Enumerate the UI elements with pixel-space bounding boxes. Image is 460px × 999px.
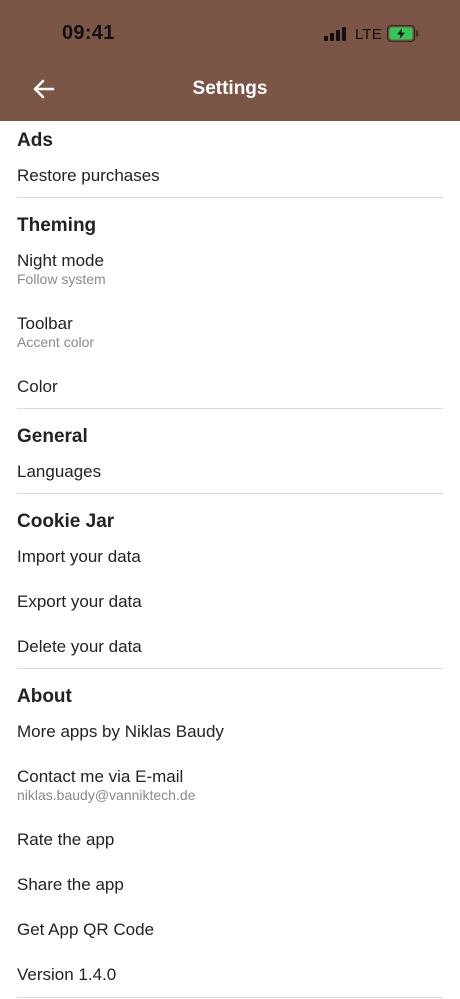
- settings-item-languages[interactable]: Languages: [0, 462, 460, 492]
- settings-item-rate-app[interactable]: Rate the app: [0, 830, 460, 860]
- settings-item-label: More apps by Niklas Baudy: [17, 722, 224, 741]
- page-title: Settings: [192, 78, 268, 99]
- divider: [17, 997, 443, 998]
- cellular-signal-icon: [324, 27, 346, 41]
- settings-item-qr-code[interactable]: Get App QR Code: [0, 920, 460, 950]
- settings-item-label: Get App QR Code: [17, 920, 155, 939]
- settings-item-label: Rate the app: [17, 830, 115, 849]
- settings-item-toolbar[interactable]: Toolbar Accent color: [0, 314, 460, 356]
- settings-item-label: Night mode: [17, 251, 104, 270]
- settings-item-label: Delete your data: [17, 637, 142, 656]
- settings-item-label: Contact me via E-mail: [17, 767, 184, 786]
- settings-item-label: Toolbar: [17, 314, 73, 333]
- settings-item-contact-email[interactable]: Contact me via E-mail niklas.baudy@vanni…: [0, 767, 460, 809]
- settings-item-subtitle: Accent color: [17, 334, 95, 350]
- settings-item-share-app[interactable]: Share the app: [0, 875, 460, 905]
- section-header-cookie-jar: Cookie Jar: [17, 511, 115, 532]
- settings-item-import-data[interactable]: Import your data: [0, 547, 460, 577]
- divider: [17, 197, 443, 198]
- settings-item-version[interactable]: Version 1.4.0: [0, 965, 460, 995]
- section-header-ads: Ads: [17, 130, 53, 151]
- settings-item-label: Color: [17, 377, 58, 396]
- settings-item-night-mode[interactable]: Night mode Follow system: [0, 251, 460, 293]
- status-bar: 09:41 LTE: [0, 0, 460, 70]
- network-type: LTE: [355, 26, 382, 43]
- settings-item-export-data[interactable]: Export your data: [0, 592, 460, 622]
- battery-charging-icon: [387, 25, 419, 42]
- settings-item-subtitle: Follow system: [17, 271, 106, 287]
- settings-item-label: Restore purchases: [17, 166, 160, 185]
- divider: [17, 408, 443, 409]
- settings-item-label: Version 1.4.0: [17, 965, 117, 984]
- top-app-bar: 09:41 LTE Settings: [0, 0, 460, 121]
- settings-item-label: Import your data: [17, 547, 141, 566]
- settings-item-color[interactable]: Color: [0, 377, 460, 407]
- settings-item-label: Export your data: [17, 592, 142, 611]
- section-header-theming: Theming: [17, 215, 97, 236]
- settings-item-more-apps[interactable]: More apps by Niklas Baudy: [0, 722, 460, 752]
- divider: [17, 493, 443, 494]
- section-header-about: About: [17, 686, 72, 707]
- section-header-general: General: [17, 426, 88, 447]
- status-time: 09:41: [62, 22, 115, 44]
- settings-item-delete-data[interactable]: Delete your data: [0, 637, 460, 667]
- settings-item-label: Share the app: [17, 875, 124, 894]
- settings-item-subtitle: niklas.baudy@vanniktech.de: [17, 787, 196, 803]
- settings-item-label: Languages: [17, 462, 102, 481]
- divider: [17, 668, 443, 669]
- settings-item-restore-purchases[interactable]: Restore purchases: [0, 166, 460, 196]
